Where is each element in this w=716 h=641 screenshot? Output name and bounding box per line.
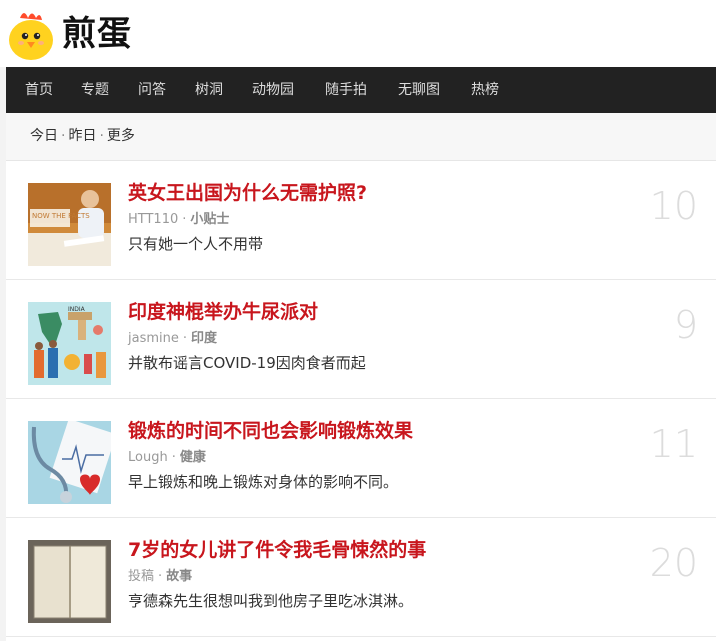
nav-item-qa[interactable]: 问答: [138, 67, 166, 113]
article-tag[interactable]: 故事: [166, 569, 192, 584]
article-author[interactable]: 投稿: [128, 569, 154, 584]
nav-item-snapshots[interactable]: 随手拍: [325, 67, 367, 113]
chick-logo-icon[interactable]: [6, 6, 56, 62]
nav-item-treehole[interactable]: 树洞: [195, 67, 223, 113]
thumbnail-caption: INDIA: [68, 306, 86, 313]
article-thumbnail[interactable]: NOW THE FACTS: [28, 183, 111, 266]
article-author[interactable]: Lough: [128, 450, 168, 465]
article-author[interactable]: jasmine: [128, 331, 179, 346]
nav-item-topics[interactable]: 专题: [81, 67, 109, 113]
nav-item-boring-pics[interactable]: 无聊图: [398, 67, 440, 113]
article-thumbnail[interactable]: INDIA: [28, 302, 111, 385]
comment-count[interactable]: 11: [650, 421, 698, 467]
article-row: 锻炼的时间不同也会影响锻炼效果 Lough · 健康 早上锻炼和晚上锻炼对身体的影响…: [6, 399, 716, 518]
period-filter: 今日 · 昨日 · 更多: [6, 113, 716, 161]
nav-item-zoo[interactable]: 动物园: [252, 67, 294, 113]
comment-count[interactable]: 20: [650, 540, 698, 586]
main-content: 今日 · 昨日 · 更多 NOW THE FACTS 英女王出国为什么无需护照? HTT…: [6, 113, 716, 641]
main-nav: 首页 专题 问答 树洞 动物园 随手拍 无聊图 热榜: [6, 67, 716, 113]
article-title[interactable]: 英女王出国为什么无需护照?: [128, 179, 367, 207]
article-meta: 投稿 · 故事: [128, 569, 193, 584]
filter-yesterday[interactable]: 昨日: [68, 128, 96, 144]
article-thumbnail[interactable]: [28, 540, 111, 623]
filter-today[interactable]: 今日: [30, 128, 58, 144]
article-summary: 早上锻炼和晚上锻炼对身体的影响不同。: [128, 473, 399, 491]
article-title[interactable]: 锻炼的时间不同也会影响锻炼效果: [128, 417, 413, 445]
site-header: 煎蛋: [0, 0, 716, 67]
article-tag[interactable]: 健康: [180, 450, 206, 465]
article-row: NOW THE FACTS 英女王出国为什么无需护照? HTT110 · 小贴士 只…: [6, 161, 716, 280]
article-row: INDIA 印度神棍举办牛尿派对 jasmine · 印度 并散布谣言COVID-1…: [6, 280, 716, 399]
article-title[interactable]: 7岁的女儿讲了件令我毛骨悚然的事: [128, 536, 426, 564]
article-title[interactable]: 印度神棍举办牛尿派对: [128, 298, 318, 326]
separator: ·: [61, 128, 66, 144]
article-tag[interactable]: 印度: [191, 331, 217, 346]
article-summary: 并散布谣言COVID-19因肉食者而起: [128, 354, 366, 372]
article-author[interactable]: HTT110: [128, 212, 178, 227]
nav-item-home[interactable]: 首页: [25, 67, 53, 113]
article-row: 7岁的女儿讲了件令我毛骨悚然的事 投稿 · 故事 亨德森先生很想叫我到他房子里吃冰淇…: [6, 518, 716, 637]
comment-count[interactable]: 10: [650, 183, 698, 229]
thumbnail-caption: NOW THE FACTS: [32, 212, 90, 220]
separator: ·: [99, 128, 104, 144]
filter-more[interactable]: 更多: [107, 128, 135, 144]
comment-count[interactable]: 9: [674, 302, 698, 348]
article-meta: HTT110 · 小贴士: [128, 212, 230, 227]
nav-item-hot-list[interactable]: 热榜: [471, 67, 499, 113]
article-summary: 只有她一个人不用带: [128, 235, 264, 253]
article-meta: Lough · 健康: [128, 450, 206, 465]
article-meta: jasmine · 印度: [128, 331, 218, 346]
site-logo-text[interactable]: 煎蛋: [62, 14, 132, 54]
article-summary: 亨德森先生很想叫我到他房子里吃冰淇淋。: [128, 592, 414, 610]
article-thumbnail[interactable]: [28, 421, 111, 504]
article-tag[interactable]: 小贴士: [190, 212, 229, 227]
